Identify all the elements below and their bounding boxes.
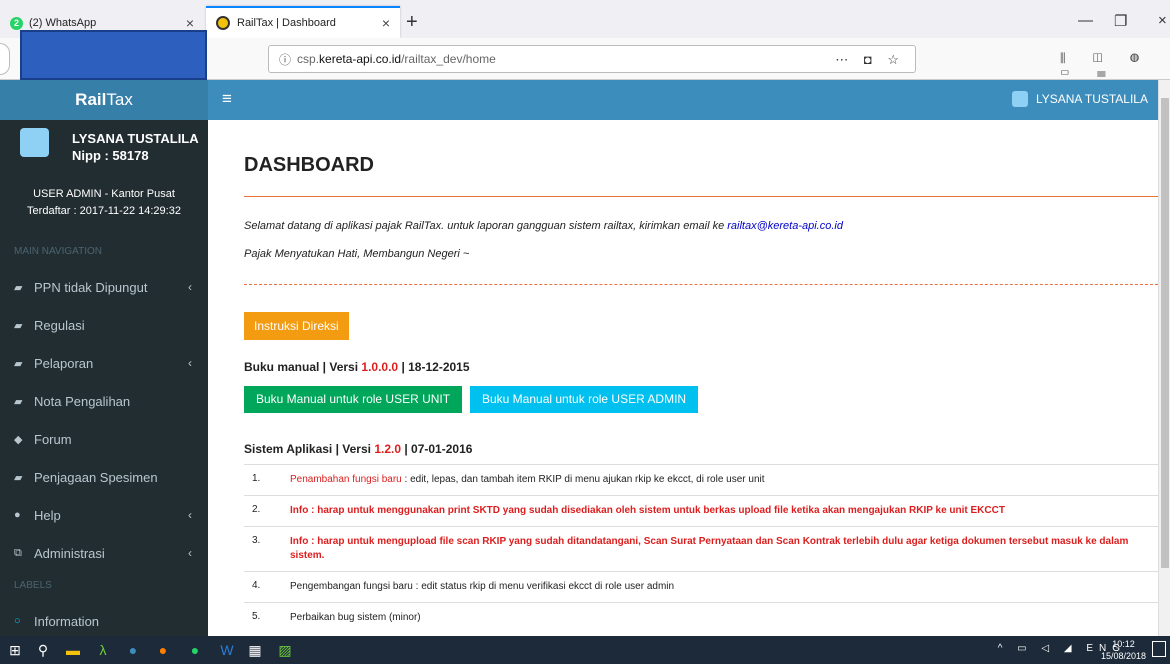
changelog-table: 1. Penambahan fungsi baru : edit, lepas,…	[244, 464, 1158, 633]
sidebar-item-penjagaan-spesimen[interactable]: ▰ Penjagaan Spesimen	[0, 458, 208, 496]
whatsapp-icon[interactable]: ●	[184, 640, 206, 660]
user-panel-info: USER ADMIN - Kantor Pusat Terdaftar : 20…	[27, 188, 181, 217]
sidebar-item-regulasi[interactable]: ▰ Regulasi	[0, 306, 208, 344]
scrollbar[interactable]	[1158, 80, 1170, 636]
word-icon[interactable]: W	[216, 640, 238, 660]
question-icon: ●	[14, 509, 21, 521]
toolbar-icons[interactable]: ⫼ ◫ ◍ ▭ ☰	[1060, 51, 1170, 81]
close-window-icon[interactable]: ×	[1158, 12, 1167, 29]
welcome-text: Selamat datang di aplikasi pajak RailTax…	[244, 220, 843, 232]
instruksi-direksi-button[interactable]: Instruksi Direksi	[244, 312, 349, 340]
chevron-left-icon: ‹	[188, 508, 192, 522]
url-host: kereta-api.co.id	[319, 52, 402, 66]
clock[interactable]: 10:12 15/08/2018	[1101, 638, 1146, 662]
tab-title: (2) WhatsApp	[29, 17, 97, 29]
back-button[interactable]	[0, 43, 10, 75]
lambda-app-icon[interactable]: λ	[92, 640, 114, 660]
user-name: LYSANA TUSTALILA	[1035, 92, 1148, 106]
chevron-left-icon: ‹	[188, 546, 192, 560]
manual-user-admin-button[interactable]: Buku Manual untuk role USER ADMIN	[470, 386, 699, 413]
email-link[interactable]: railtax@kereta-api.co.id	[727, 220, 843, 232]
table-row: 2. Info : harap untuk menggunakan print …	[244, 495, 1158, 526]
page-title: DASHBOARD	[244, 154, 374, 176]
table-row: 3. Info : harap untuk mengupload file sc…	[244, 526, 1158, 571]
redacted-overlay	[20, 30, 207, 80]
user-avatar-icon	[1011, 91, 1028, 107]
sidebar: LYSANA TUSTALILA Nipp : 58178 USER ADMIN…	[0, 120, 208, 636]
sidebar-item-pelaporan[interactable]: ▰ Pelaporan ‹	[0, 344, 208, 382]
labels-header: LABELS	[14, 580, 52, 591]
dashed-divider	[244, 284, 1158, 285]
url-prefix: csp.	[297, 52, 320, 66]
railtax-favicon-icon	[216, 16, 230, 30]
search-icon[interactable]: ⚲	[32, 640, 54, 660]
sidebar-item-forum[interactable]: ◆ Forum	[0, 420, 208, 458]
address-bar[interactable]: ⓘ csp. kereta-api.co.id/railtax_dev/home …	[268, 45, 916, 73]
table-row: 4. Pengembangan fungsi baru : edit statu…	[244, 571, 1158, 602]
title-divider	[244, 196, 1158, 197]
menu-toggle-icon[interactable]: ≡	[222, 89, 232, 109]
book-icon: ▰	[14, 281, 23, 294]
new-tab-icon[interactable]: +	[406, 12, 418, 32]
book-icon: ▰	[14, 471, 23, 484]
notepad-icon[interactable]: ▨	[274, 640, 296, 660]
avatar	[20, 128, 49, 157]
sidebar-item-help[interactable]: ● Help ‹	[0, 496, 208, 534]
main-content: DASHBOARD Selamat datang di aplikasi paj…	[208, 120, 1158, 636]
circle-icon: ○	[14, 615, 21, 627]
windows-start-icon[interactable]: ⊞	[4, 640, 26, 660]
whatsapp-badge: 2	[10, 16, 23, 30]
app-icon[interactable]: ●	[122, 640, 144, 660]
close-tab-icon[interactable]: ×	[186, 15, 194, 31]
chevron-left-icon: ‹	[188, 280, 192, 294]
restore-icon[interactable]: ❐	[1114, 12, 1127, 30]
table-row: 5. Perbaikan bug sistem (minor)	[244, 602, 1158, 633]
sidebar-item-administrasi[interactable]: ⧉ Administrasi ‹	[0, 534, 208, 572]
page-actions-icon[interactable]: ⋯ ◘ ☆	[835, 52, 905, 68]
minimize-icon[interactable]: —	[1078, 12, 1093, 29]
sidebar-item-ppn[interactable]: ▰ PPN tidak Dipungut ‹	[0, 268, 208, 306]
manual-user-unit-button[interactable]: Buku Manual untuk role USER UNIT	[244, 386, 463, 413]
firefox-icon[interactable]: ●	[152, 640, 174, 660]
taskbar: ⊞ ⚲ ▬ λ ● ● ● W ▦ ▨ ^ ▭ ◁ ◢ ENG 10:12 15…	[0, 636, 1170, 664]
app-logo[interactable]: RailTax	[0, 80, 208, 120]
chevron-left-icon: ‹	[188, 356, 192, 370]
table-row: 1. Penambahan fungsi baru : edit, lepas,…	[244, 464, 1158, 495]
close-tab-icon[interactable]: ×	[382, 15, 390, 31]
user-menu[interactable]: LYSANA TUSTALILA	[1011, 91, 1148, 107]
sidebar-item-nota-pengalihan[interactable]: ▰ Nota Pengalihan	[0, 382, 208, 420]
system-heading: Sistem Aplikasi | Versi 1.2.0 | 07-01-20…	[244, 442, 473, 456]
tab-railtax[interactable]: RailTax | Dashboard ×	[206, 6, 400, 38]
motto-text: Pajak Menyatukan Hati, Membangun Negeri …	[244, 248, 470, 260]
notification-icon[interactable]	[1152, 641, 1166, 657]
users-icon: ◆	[14, 433, 23, 446]
file-explorer-icon[interactable]: ▬	[62, 640, 84, 660]
user-panel-name: LYSANA TUSTALILA Nipp : 58178	[72, 131, 199, 163]
tab-title: RailTax | Dashboard	[237, 17, 336, 29]
main-navigation-header: MAIN NAVIGATION	[14, 246, 102, 257]
sitemap-icon: ⧉	[14, 546, 22, 559]
app-icon[interactable]: ▦	[244, 640, 266, 660]
app-header: RailTax ≡ LYSANA TUSTALILA	[0, 80, 1158, 120]
book-icon: ▰	[14, 395, 23, 408]
manual-heading: Buku manual | Versi 1.0.0.0 | 18-12-2015	[244, 360, 470, 374]
info-icon[interactable]: ⓘ	[279, 51, 291, 68]
url-path: /railtax_dev/home	[401, 52, 496, 66]
sidebar-item-information[interactable]: ○ Information	[0, 602, 208, 640]
book-icon: ▰	[14, 357, 23, 370]
book-icon: ▰	[14, 319, 23, 332]
